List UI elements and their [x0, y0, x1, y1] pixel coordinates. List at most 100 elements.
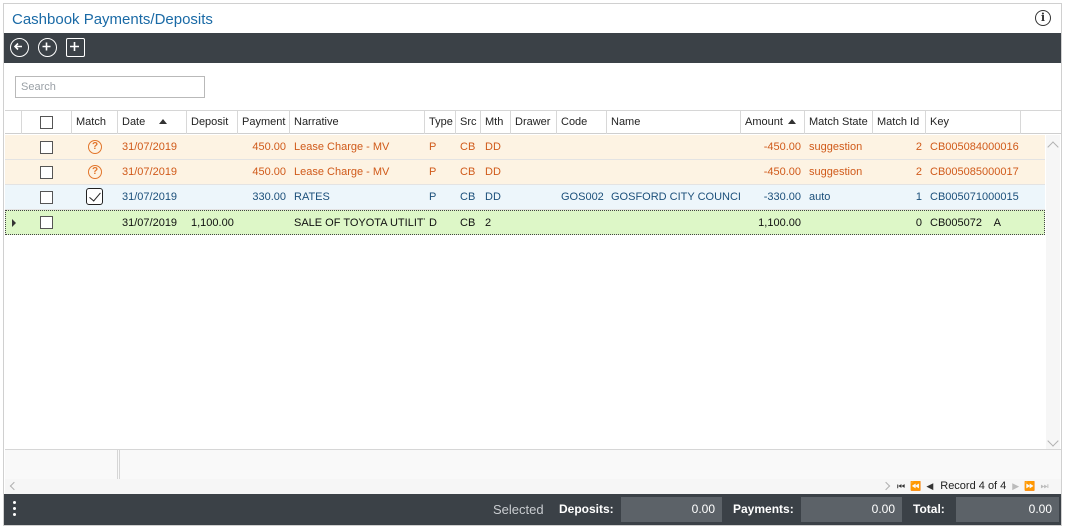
cell-date: 31/07/2019	[122, 166, 178, 178]
info-icon[interactable]: i	[1035, 10, 1051, 26]
cell-deposit	[187, 160, 238, 184]
column-header-drawer[interactable]: Drawer	[511, 111, 557, 134]
scroll-up-icon[interactable]	[1047, 141, 1059, 153]
cell-type: P	[429, 141, 437, 153]
column-header-match-id[interactable]: Match Id	[873, 111, 926, 134]
cell-amount: -450.00	[763, 141, 801, 153]
cell-type: P	[429, 191, 437, 203]
cell-date: 31/07/2019	[122, 217, 178, 229]
cell-payment: 450.00	[252, 166, 286, 178]
grid-header: Match Date Deposit Payment Narrative Typ…	[5, 111, 1061, 134]
row-checkbox[interactable]	[40, 216, 53, 229]
column-header-code[interactable]: Code	[557, 111, 607, 134]
cell-mth: DD	[485, 191, 501, 203]
cashbook-window: Cashbook Payments/Deposits i Match Da	[3, 3, 1062, 526]
cell-drawer	[511, 135, 557, 159]
search-input[interactable]	[15, 76, 205, 98]
cell-name	[607, 211, 741, 235]
cell-type: D	[429, 217, 437, 229]
sort-ascending-icon	[787, 119, 796, 124]
column-header-mth[interactable]: Mth	[481, 111, 511, 134]
transactions-grid: Match Date Deposit Payment Narrative Typ…	[5, 110, 1061, 453]
cell-name	[607, 160, 741, 184]
column-header-amount-label: Amount	[745, 116, 783, 128]
sort-ascending-icon	[159, 119, 168, 124]
cell-narrative: Lease Charge - MV	[294, 166, 390, 178]
cell-code	[557, 135, 607, 159]
next-page-fast-icon[interactable]: ⏩	[1024, 478, 1035, 494]
row-checkbox[interactable]	[40, 191, 53, 204]
cell-narrative: SALE OF TOYOTA UTILITY	[294, 217, 425, 229]
cell-type: P	[429, 166, 437, 178]
scroll-left-icon[interactable]	[9, 481, 19, 491]
page-title: Cashbook Payments/Deposits	[12, 11, 213, 28]
cell-mth: 2	[485, 217, 492, 229]
row-checkbox[interactable]	[40, 166, 53, 179]
last-page-icon[interactable]: ⏭	[1040, 478, 1048, 494]
first-page-icon[interactable]: ⏮	[897, 478, 905, 494]
pager: ⏮ ⏪ ◀ Record 4 of 4 ▶ ⏩ ⏭	[897, 478, 1054, 494]
cell-match-state	[805, 211, 873, 235]
column-header-amount[interactable]: Amount	[741, 111, 805, 134]
back-arrow-icon[interactable]	[10, 38, 29, 57]
cell-src: CB	[460, 217, 476, 229]
header-select-all	[22, 111, 72, 134]
select-all-checkbox[interactable]	[40, 116, 53, 129]
cell-mth: DD	[485, 166, 501, 178]
selected-label: Selected	[493, 502, 544, 517]
vertical-scrollbar[interactable]	[1046, 135, 1060, 453]
question-icon: ?	[88, 140, 102, 154]
cell-match-id: 1	[915, 191, 922, 203]
scroll-down-icon[interactable]	[1047, 435, 1059, 447]
cell-key: CB005072 A	[930, 217, 1001, 229]
next-page-icon[interactable]: ▶	[1012, 478, 1019, 494]
toolbar	[4, 33, 1061, 63]
column-header-deposit[interactable]: Deposit	[187, 111, 238, 134]
scroll-right-icon[interactable]	[881, 481, 891, 491]
cell-deposit: 1,100.00	[191, 217, 234, 229]
cell-amount: 1,100.00	[758, 217, 801, 229]
column-header-src[interactable]: Src	[456, 111, 481, 134]
cell-deposit	[187, 135, 238, 159]
cell-src: CB	[460, 166, 476, 178]
column-header-match-state[interactable]: Match State	[805, 111, 873, 134]
cell-match-state: suggestion	[809, 166, 863, 178]
column-header-payment[interactable]: Payment	[238, 111, 290, 134]
cell-payment	[238, 211, 290, 235]
cell-narrative: RATES	[294, 191, 330, 203]
prev-page-icon[interactable]: ◀	[926, 478, 933, 494]
table-row[interactable]: ? 31/07/2019 450.00 Lease Charge - MV P …	[5, 160, 1045, 185]
deposits-label: Deposits:	[559, 502, 614, 516]
column-header-key[interactable]: Key	[926, 111, 1021, 134]
cell-key: CB005084000016	[930, 141, 1019, 153]
row-indicator-icon	[12, 219, 16, 227]
cell-key: CB005071000015	[930, 191, 1019, 203]
cell-amount: -330.00	[763, 191, 801, 203]
prev-page-fast-icon[interactable]: ⏪	[910, 478, 921, 494]
table-row[interactable]: ? 31/07/2019 450.00 Lease Charge - MV P …	[5, 135, 1045, 160]
more-options-icon[interactable]	[13, 501, 16, 518]
record-label: Record 4 of 4	[940, 480, 1007, 492]
cell-key: CB005085000017	[930, 166, 1019, 178]
table-row-selected[interactable]: 31/07/2019 1,100.00 SALE OF TOYOTA UTILI…	[5, 210, 1045, 235]
add-square-icon[interactable]	[66, 38, 85, 57]
cell-code	[557, 211, 607, 235]
column-header-narrative[interactable]: Narrative	[290, 111, 425, 134]
row-checkbox[interactable]	[40, 141, 53, 154]
cell-name: GOSFORD CITY COUNCIL	[611, 191, 741, 203]
cell-payment: 330.00	[252, 191, 286, 203]
column-header-name[interactable]: Name	[607, 111, 741, 134]
cell-match-id: 2	[915, 166, 922, 178]
table-row[interactable]: 31/07/2019 330.00 RATES P CB DD GOS002 G…	[5, 185, 1045, 210]
cell-src: CB	[460, 141, 476, 153]
cell-code: GOS002	[561, 191, 604, 203]
column-header-type[interactable]: Type	[425, 111, 456, 134]
add-circle-icon[interactable]	[38, 38, 57, 57]
cell-drawer	[511, 211, 557, 235]
column-header-date[interactable]: Date	[118, 111, 187, 134]
cell-src: CB	[460, 191, 476, 203]
cell-match-id: 0	[915, 217, 922, 229]
column-header-match[interactable]: Match	[72, 111, 118, 134]
total-label: Total:	[913, 502, 945, 516]
cell-drawer	[511, 160, 557, 184]
